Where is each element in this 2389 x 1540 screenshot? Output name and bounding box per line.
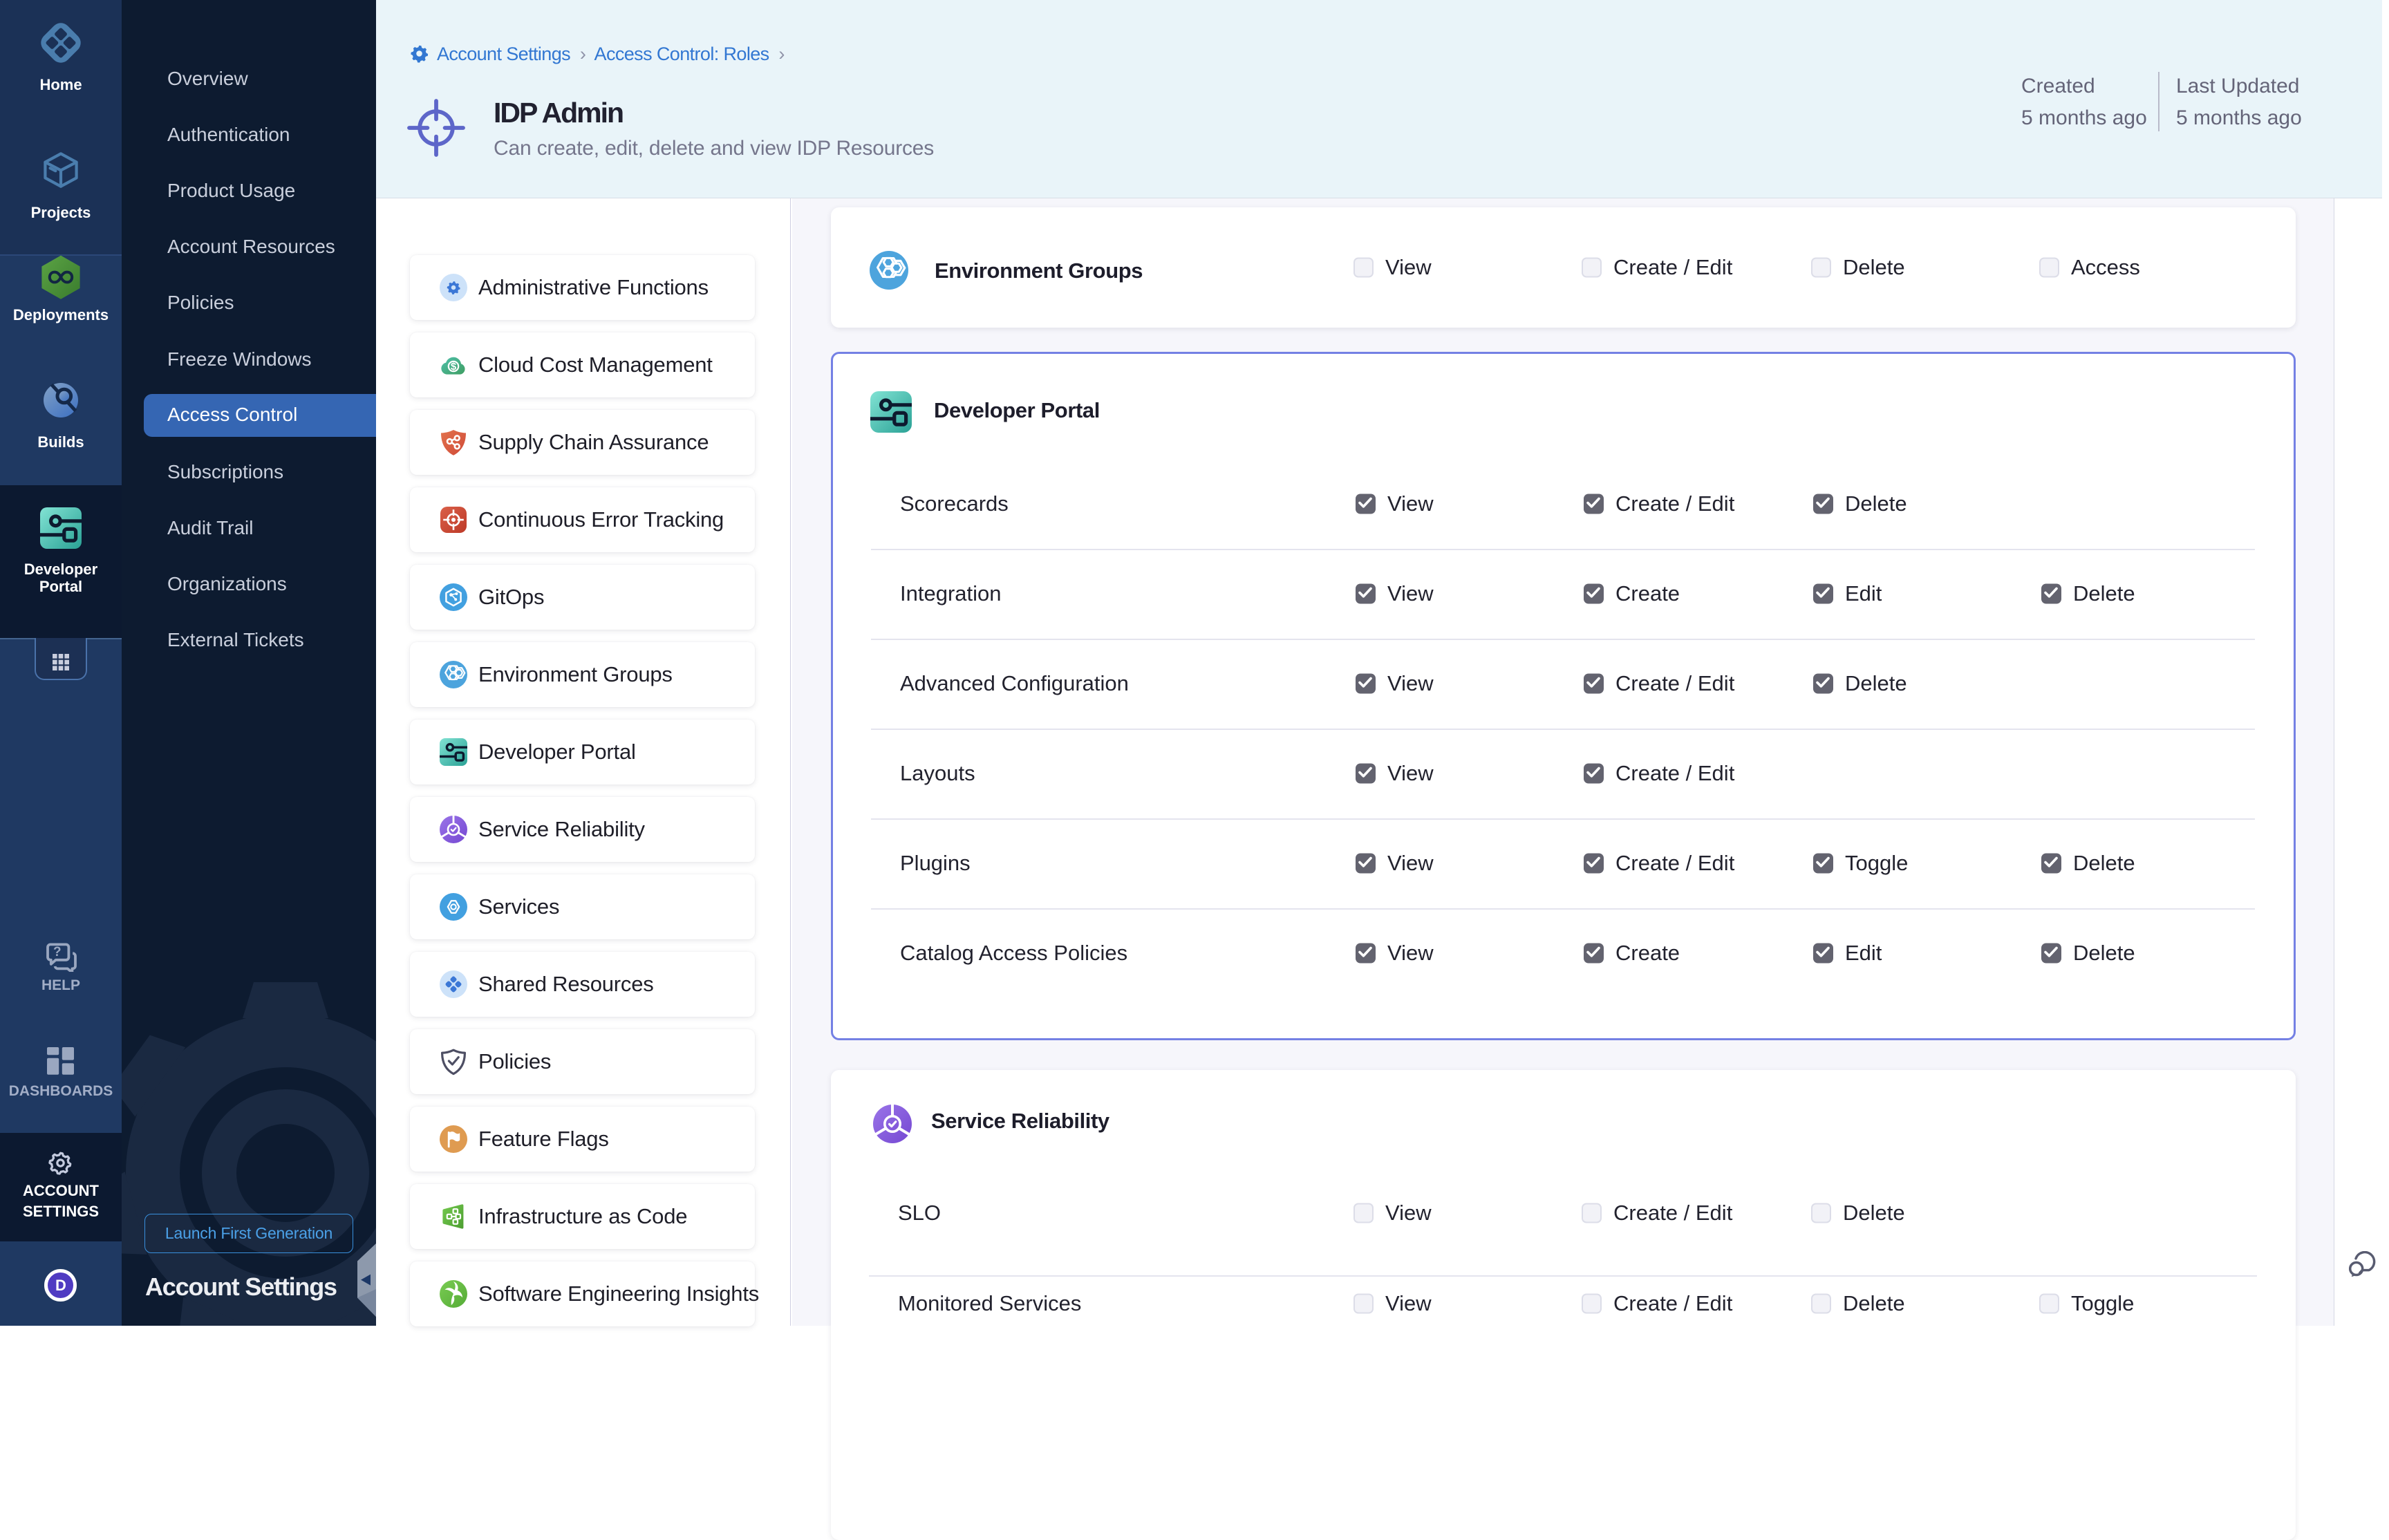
svg-text:$: $ (451, 361, 457, 373)
